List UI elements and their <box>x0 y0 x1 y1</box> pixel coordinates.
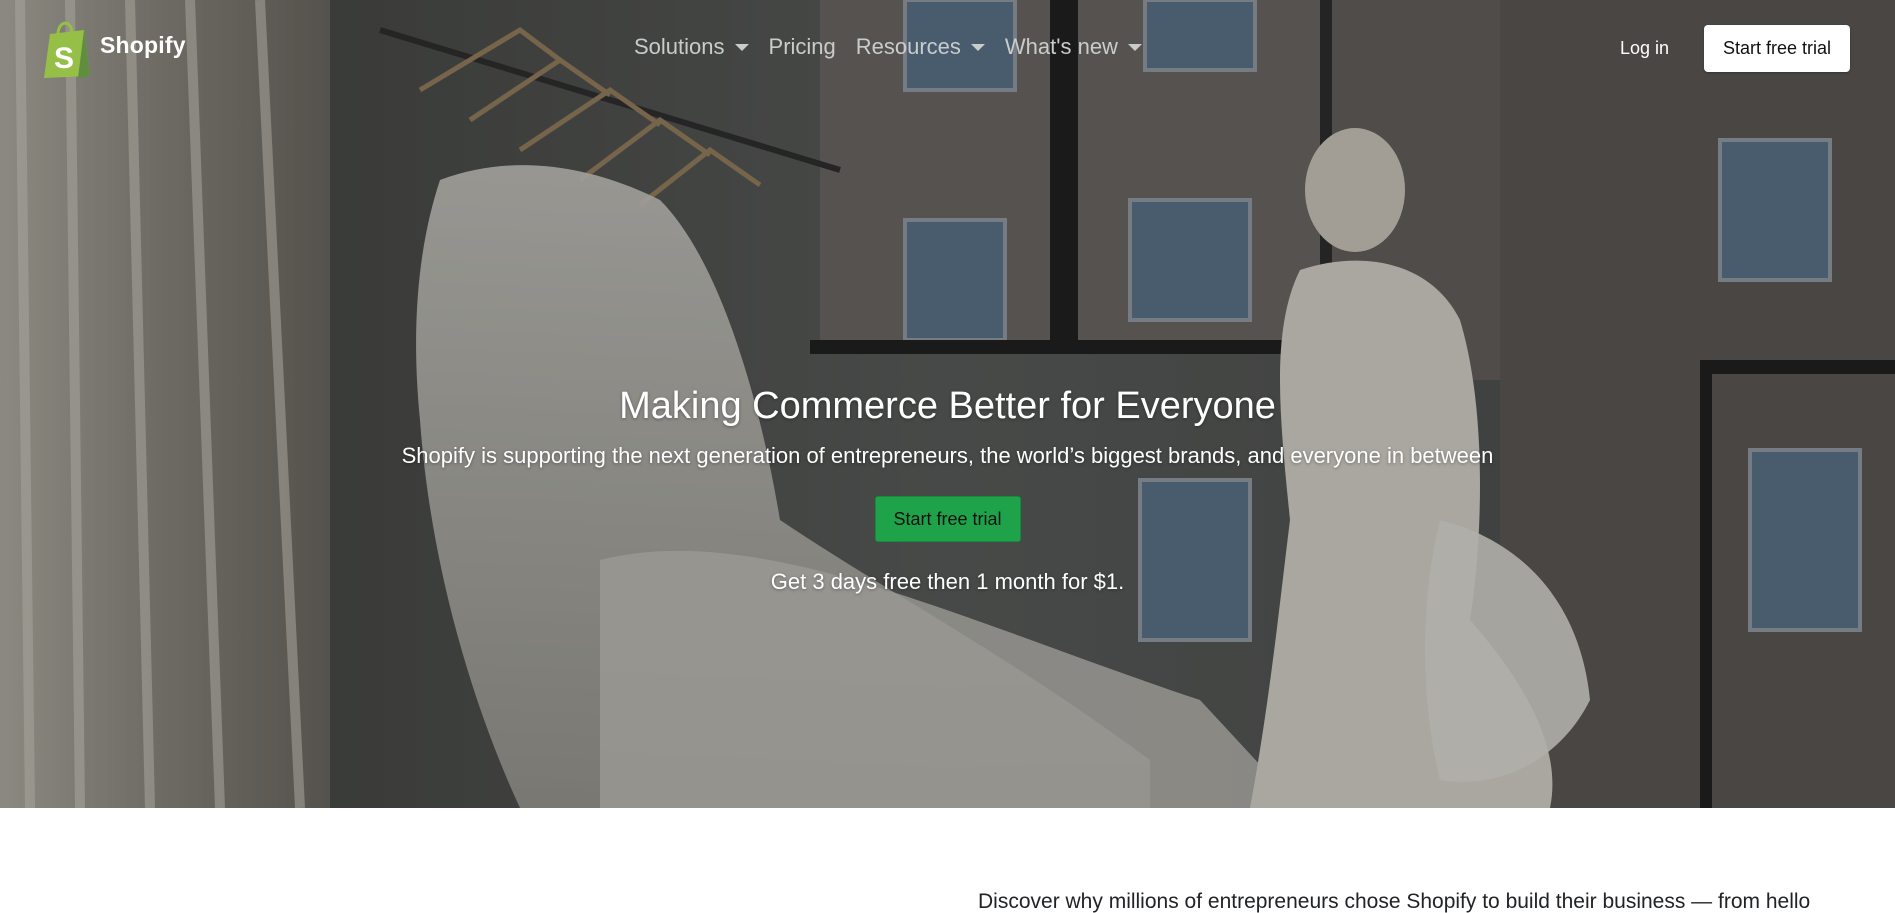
hero-section: S Shopify Solutions Pricing Resources Wh… <box>0 0 1895 808</box>
menu-item-label: What's new <box>1004 34 1118 59</box>
menu-item-label: Resources <box>855 34 961 59</box>
brand-name: Shopify <box>100 32 186 58</box>
menu-item-solutions[interactable]: Solutions <box>634 34 749 60</box>
shopify-bag-icon: S <box>44 21 90 78</box>
intro-text: Discover why millions of entrepreneurs c… <box>978 890 1811 913</box>
login-link[interactable]: Log in <box>1620 38 1669 59</box>
chevron-down-icon <box>1127 43 1142 51</box>
hero-subtitle: Shopify is supporting the next generatio… <box>401 443 1494 468</box>
start-free-trial-button-hero[interactable]: Start free trial <box>874 496 1021 542</box>
menu-item-pricing[interactable]: Pricing <box>769 34 836 60</box>
menu-item-resources[interactable]: Resources <box>856 34 985 60</box>
intro-section: Discover why millions of entrepreneurs c… <box>0 808 1895 913</box>
trial-offer-text: Get 3 days free then 1 month for $1. <box>770 569 1125 594</box>
menu-item-label: Solutions <box>634 34 725 59</box>
shopify-logo-link[interactable]: S Shopify <box>40 16 186 80</box>
hero-content: Making Commerce Better for Everyone Shop… <box>0 380 1895 598</box>
menu-item-whats-new[interactable]: What's new <box>1005 34 1142 60</box>
svg-text:S: S <box>54 42 74 75</box>
chevron-down-icon <box>970 43 985 51</box>
chevron-down-icon <box>734 43 749 51</box>
hero-title: Making Commerce Better for Everyone <box>619 385 1276 427</box>
menu-item-label: Pricing <box>768 34 836 59</box>
main-menu: Solutions Pricing Resources What's new <box>634 34 1162 60</box>
start-free-trial-button-nav[interactable]: Start free trial <box>1704 25 1850 72</box>
top-navigation: S Shopify Solutions Pricing Resources Wh… <box>0 0 1895 100</box>
